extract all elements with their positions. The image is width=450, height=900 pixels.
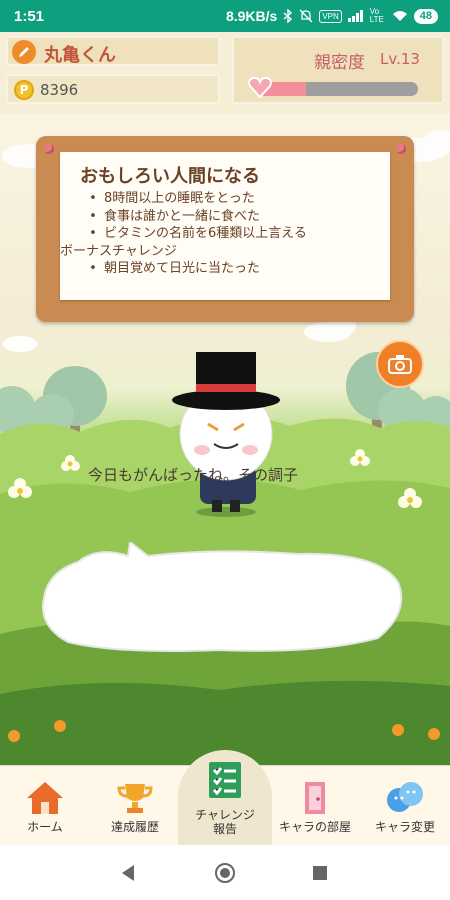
intimacy-progress-bar: [258, 82, 418, 96]
network-speed: 8.9KB/s: [225, 8, 278, 24]
speech-bubble: [42, 542, 403, 652]
back-icon[interactable]: [120, 864, 136, 882]
challenge-item: ビタミンの名前を6種類以上言える: [82, 225, 307, 243]
nav-character-room-label: キャラの部屋: [278, 820, 351, 834]
points-value: 8396: [40, 81, 79, 99]
status-time: 1:51: [14, 7, 45, 25]
intimacy-level: Lv.13: [380, 50, 420, 68]
bluetooth-icon: [283, 9, 293, 23]
heart-icon: [248, 76, 272, 98]
pin-icon: [44, 144, 54, 154]
challenge-item: 8時間以上の睡眠をとった: [82, 190, 307, 208]
nav-report-line1: チャレンジ: [195, 808, 255, 822]
nav-character-room[interactable]: キャラの部屋: [270, 766, 360, 846]
vpn-badge: VPN: [319, 9, 342, 23]
bottom-nav: ホーム 達成履歴 チャレンジ 報告 キャラの部屋 キャラ変更: [0, 750, 450, 846]
bonus-challenge-heading: ボーナスチャレンジ: [60, 243, 177, 259]
battery-level: 48: [413, 8, 438, 24]
nav-challenge-report[interactable]: チャレンジ 報告: [178, 750, 272, 846]
nav-history[interactable]: 達成履歴: [90, 766, 180, 846]
camera-icon: [388, 355, 412, 374]
wifi-icon: [392, 11, 407, 21]
intimacy-label: 親密度: [314, 53, 365, 73]
nav-character-change-label: キャラ変更: [374, 820, 435, 834]
swap-character-icon: [387, 782, 423, 812]
coin-icon: P: [14, 80, 34, 100]
recents-icon[interactable]: [312, 865, 328, 881]
character-name: 丸亀くん: [44, 45, 116, 66]
points-box: P 8396: [6, 74, 220, 104]
nav-history-label: 達成履歴: [110, 820, 159, 834]
character-name-box[interactable]: 丸亀くん: [6, 36, 220, 66]
nav-home[interactable]: ホーム: [0, 766, 90, 846]
intimacy-box: 親密度 Lv.13: [232, 36, 444, 104]
challenge-list: 8時間以上の睡眠をとった 食事は誰かと一緒に食べた ビタミンの名前を6種類以上言…: [60, 190, 307, 278]
character-scene: おもしろい人間になる 8時間以上の睡眠をとった 食事は誰かと一緒に食べた ビタミ…: [0, 114, 450, 765]
nav-character-change[interactable]: キャラ変更: [360, 766, 450, 846]
challenge-item: 朝目覚めて日光に当たった: [82, 260, 307, 278]
pin-icon: [396, 144, 406, 154]
lte-label: Vo LTE: [369, 7, 384, 24]
trophy-icon: [117, 784, 153, 813]
camera-button[interactable]: [376, 340, 424, 388]
nav-home-label: ホーム: [27, 820, 63, 834]
nav-report-line2: 報告: [212, 822, 237, 836]
speech-text: 今日もがんばったね。その調子: [88, 466, 299, 484]
system-nav-bar: [0, 845, 450, 900]
nav-challenge-report-label: チャレンジ 報告: [180, 808, 270, 836]
mute-bell-icon: [299, 9, 313, 23]
pencil-icon[interactable]: [12, 40, 36, 64]
challenge-title: おもしろい人間になる: [80, 166, 260, 187]
home-circle-icon[interactable]: [214, 862, 236, 884]
challenge-item: 食事は誰かと一緒に食べた: [82, 208, 307, 226]
checklist-icon: [209, 762, 241, 798]
signal-icon: [347, 10, 363, 22]
status-bar: 1:51 8.9KB/s VPN Vo LTE 48: [0, 0, 450, 32]
door-icon: [305, 782, 325, 814]
house-icon: [27, 782, 63, 814]
app-header: 丸亀くん P 8396 親密度 Lv.13: [0, 32, 450, 114]
